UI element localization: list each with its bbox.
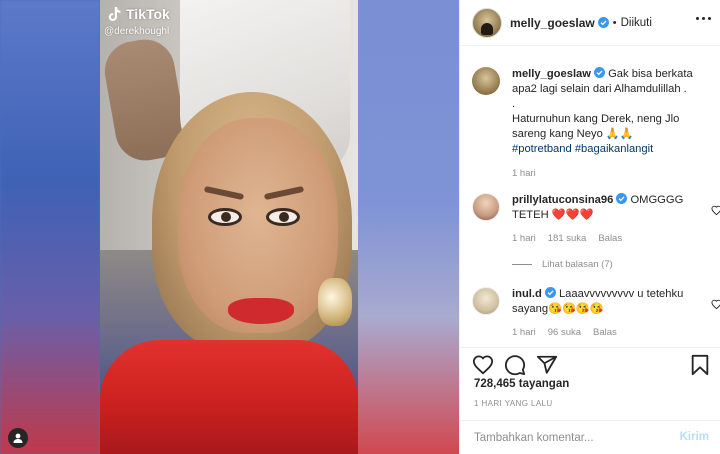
post-comment-button[interactable]: Kirim (680, 431, 709, 443)
video-subject-earring (318, 278, 352, 326)
person-icon (13, 433, 23, 443)
header-separator: • (612, 16, 617, 29)
post-actions: 728,465 tayangan 1 HARI YANG LALU (460, 347, 720, 408)
verified-badge-icon (597, 17, 609, 28)
tiktok-watermark-label: TikTok (126, 6, 170, 22)
comment-item: prillylatuconsina96 OMGGGG TETEH ❤️❤️❤️ … (472, 193, 720, 244)
bookmark-icon[interactable] (689, 354, 711, 376)
video-subject-eye (266, 208, 300, 226)
more-options-icon[interactable] (696, 17, 711, 20)
comment-username[interactable]: inul.d (512, 288, 542, 300)
view-replies-label: Lihat balasan (7) (542, 259, 613, 270)
comment-timestamp[interactable]: 1 hari (512, 233, 536, 244)
hashtag-link[interactable]: #potretband (512, 143, 572, 155)
video-blur-backdrop-left (0, 0, 100, 454)
caption-line: . (512, 98, 516, 110)
hashtag-link[interactable]: #bagaikanlangit (575, 143, 653, 155)
video-subject-eye (208, 208, 242, 226)
tiktok-watermark-handle: @derekhoughl (104, 26, 170, 37)
comment-meta: 1 hari 96 suka Balas (512, 327, 708, 338)
post-caption: melly_goeslaw Gak bisa berkata apa2 lagi… (472, 67, 708, 179)
share-paper-plane-icon[interactable] (536, 354, 558, 376)
comment-likes[interactable]: 181 suka (548, 233, 587, 244)
view-count[interactable]: 728,465 tayangan (474, 378, 569, 390)
post-date[interactable]: 1 HARI YANG LALU (474, 399, 553, 408)
video-subject-sweater (100, 340, 358, 454)
avatar[interactable] (472, 193, 500, 221)
video-blur-backdrop-right (358, 0, 459, 454)
post-header: melly_goeslaw • Diikuti (460, 0, 720, 46)
caption-author-username[interactable]: melly_goeslaw (512, 68, 591, 80)
view-replies-divider (512, 264, 532, 265)
author-username[interactable]: melly_goeslaw (510, 16, 595, 30)
like-heart-icon[interactable] (472, 354, 494, 376)
verified-badge-icon (544, 287, 556, 298)
video-frame[interactable] (100, 0, 358, 454)
avatar[interactable] (472, 287, 500, 315)
comment-username[interactable]: prillylatuconsina96 (512, 194, 613, 206)
caption-timestamp[interactable]: 1 hari (512, 168, 536, 179)
comment-likes[interactable]: 96 suka (548, 327, 581, 338)
post-sidebar: melly_goeslaw • Diikuti melly_goeslaw Ga… (459, 0, 720, 454)
comments-list[interactable]: melly_goeslaw Gak bisa berkata apa2 lagi… (460, 47, 720, 347)
verified-badge-icon (593, 67, 605, 78)
comment-reply-button[interactable]: Balas (593, 327, 617, 338)
like-comment-heart-icon[interactable] (711, 205, 720, 216)
video-subject-lips (228, 298, 294, 324)
comment-composer: Kirim (460, 420, 720, 454)
comment-input[interactable] (474, 429, 664, 447)
view-replies-button[interactable]: Lihat balasan (7) (512, 259, 613, 270)
comment-text: prillylatuconsina96 OMGGGG TETEH ❤️❤️❤️ (512, 193, 708, 223)
follow-status-button[interactable]: Diikuti (621, 17, 652, 29)
caption-text: melly_goeslaw Gak bisa berkata apa2 lagi… (512, 67, 708, 157)
post-media[interactable]: TikTok @derekhoughl (0, 0, 459, 454)
tiktok-logo-icon (108, 7, 121, 21)
comment-text: inul.d Laaavvvvvvvvv u tetehku sayang😘😘😘… (512, 287, 708, 317)
like-comment-heart-icon[interactable] (711, 299, 720, 310)
avatar[interactable] (472, 7, 502, 38)
caption-meta: 1 hari (512, 168, 708, 179)
caption-line: Haturnuhun kang Derek, neng Jlo sareng k… (512, 113, 680, 140)
comment-bubble-icon[interactable] (504, 354, 526, 376)
comment-meta: 1 hari 181 suka Balas (512, 233, 708, 244)
tiktok-watermark: TikTok (108, 6, 170, 22)
comment-item: inul.d Laaavvvvvvvvv u tetehku sayang😘😘😘… (472, 287, 720, 338)
tagged-users-button[interactable] (8, 428, 28, 448)
avatar[interactable] (472, 67, 500, 95)
comment-reply-button[interactable]: Balas (598, 233, 622, 244)
verified-badge-icon (616, 193, 628, 204)
comment-timestamp[interactable]: 1 hari (512, 327, 536, 338)
